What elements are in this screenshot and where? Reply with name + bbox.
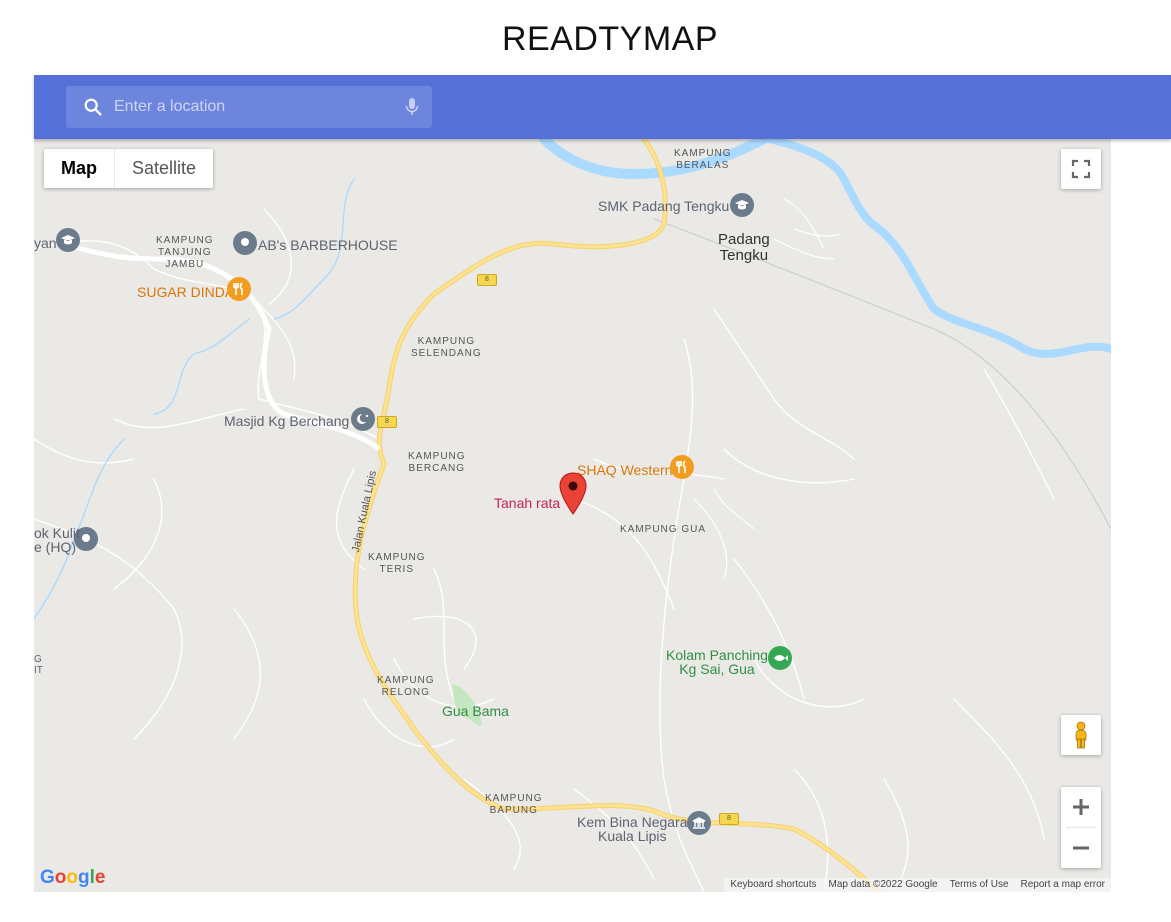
village-label-tanjung-jambu: KAMPUNG TANJUNG JAMBU: [156, 235, 214, 270]
route-8-shield: 8: [477, 274, 497, 286]
village-label-teris: KAMPUNG TERIS: [368, 552, 426, 575]
search-icon: [84, 98, 102, 116]
google-logo: Google: [40, 867, 106, 888]
zoom-out-button[interactable]: [1061, 828, 1101, 868]
map-type-satellite-button[interactable]: Satellite: [115, 149, 213, 188]
zoom-in-button[interactable]: [1061, 787, 1101, 827]
fullscreen-button[interactable]: [1061, 149, 1101, 189]
poi-label-smk-padang-tengku[interactable]: SMK Padang Tengku: [598, 198, 729, 214]
marker-label-tanah-rata[interactable]: Tanah rata: [494, 495, 560, 511]
mosque-icon[interactable]: [351, 407, 375, 431]
poi-label-gua-bama[interactable]: Gua Bama: [442, 704, 509, 718]
museum-icon[interactable]: [687, 811, 711, 835]
route-8-shield: 8: [377, 416, 397, 428]
search-input[interactable]: [114, 86, 394, 128]
location-marker-icon[interactable]: [559, 472, 587, 516]
poi-label-shaq-western[interactable]: SHAQ Western: [577, 462, 672, 478]
poi-label-masjid[interactable]: Masjid Kg Berchang: [224, 413, 349, 429]
plus-icon: [1073, 799, 1089, 815]
street-view-pegman-button[interactable]: [1061, 715, 1101, 755]
pegman-icon: [1075, 721, 1087, 749]
microphone-icon[interactable]: [404, 96, 420, 118]
fishing-icon[interactable]: [768, 646, 792, 670]
fullscreen-icon: [1071, 159, 1091, 179]
poi-label-sugar-dinda[interactable]: SUGAR DINDA: [137, 284, 234, 300]
place-pin-icon[interactable]: [233, 231, 257, 255]
report-map-error-link[interactable]: Report a map error: [1015, 878, 1111, 892]
poi-label-kolam-panching[interactable]: Kolam Panching Kg Sai, Gua: [666, 648, 768, 676]
village-label-selendang: KAMPUNG SELENDANG: [411, 336, 482, 359]
search-header: [34, 75, 1171, 139]
village-label-bercang: KAMPUNG BERCANG: [408, 451, 466, 474]
map-canvas[interactable]: Map Satellite 8 8 8 Jalan Kuala Lipis KA…: [34, 139, 1111, 892]
poi-label-left-edge-top: yan: [34, 235, 57, 251]
poi-label-left-edge-mid: ok Kulit e (HQ): [34, 525, 80, 555]
search-box[interactable]: [66, 86, 432, 128]
poi-label-kem-bina-negara[interactable]: Kem Bina Negara Kuala Lipis: [577, 815, 688, 843]
village-label-relong: KAMPUNG RELONG: [377, 675, 435, 698]
town-label-padang-tengku: Padang Tengku: [718, 231, 770, 264]
route-8-shield: 8: [719, 813, 739, 825]
minus-icon: [1073, 846, 1089, 850]
school-icon[interactable]: [730, 193, 754, 217]
village-label-bapung: KAMPUNG BAPUNG: [485, 793, 543, 816]
map-type-map-button[interactable]: Map: [44, 149, 115, 188]
school-icon[interactable]: [56, 228, 80, 252]
poi-label-barberhouse[interactable]: AB's BARBERHOUSE: [258, 237, 398, 253]
map-type-control: Map Satellite: [44, 149, 214, 188]
restaurant-icon[interactable]: [227, 277, 251, 301]
page-title: READTYMAP: [501, 20, 719, 58]
village-label-beralas: KAMPUNG BERALAS: [674, 148, 732, 171]
terms-of-use-link[interactable]: Terms of Use: [944, 878, 1015, 892]
keyboard-shortcuts-link[interactable]: Keyboard shortcuts: [724, 878, 822, 892]
restaurant-icon[interactable]: [670, 455, 694, 479]
village-label-gua: KAMPUNG GUA: [620, 524, 707, 535]
zoom-control: [1061, 787, 1101, 868]
map-attribution-bar: Keyboard shortcuts Map data ©2022 Google…: [724, 878, 1111, 892]
poi-label-left-edge-bottom: G IT: [34, 654, 43, 676]
map-data-credit: Map data ©2022 Google: [828, 879, 938, 890]
